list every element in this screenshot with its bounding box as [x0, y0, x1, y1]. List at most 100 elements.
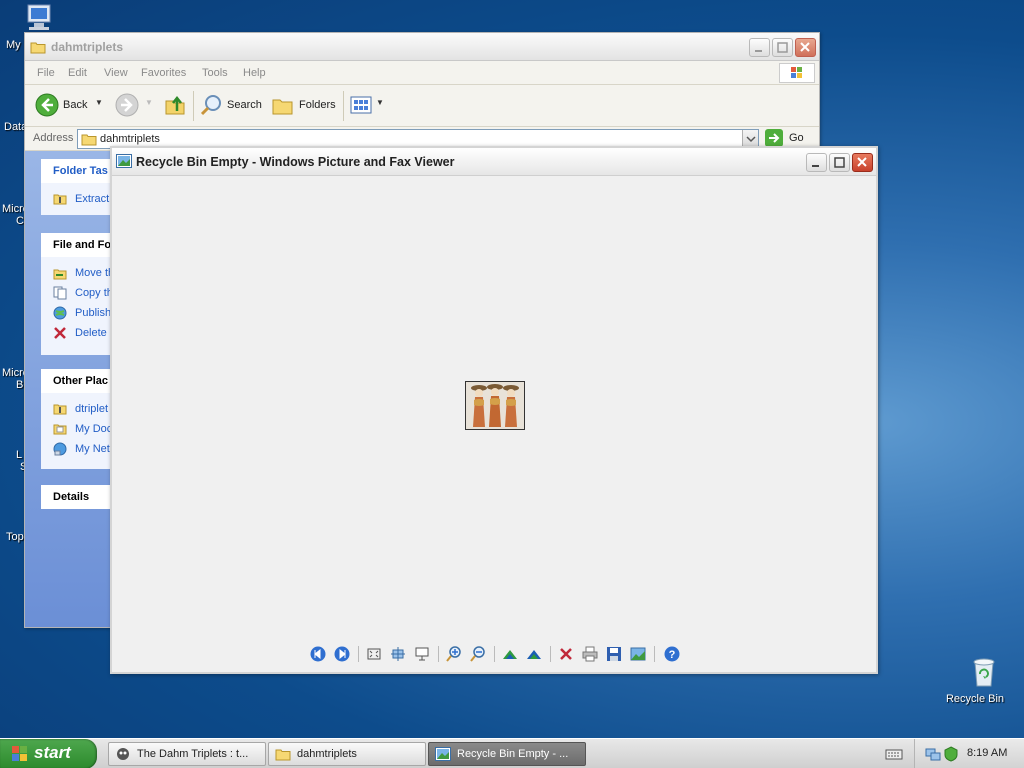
rotate-counterclockwise-icon[interactable] — [526, 646, 542, 662]
desktop-label-c[interactable]: C — [16, 215, 24, 227]
place-my-documents-label: My Doc — [75, 423, 113, 435]
viewer-minimize-button[interactable] — [806, 153, 827, 172]
picture-viewer-window[interactable]: Recycle Bin Empty - Windows Picture and … — [110, 146, 878, 674]
slideshow-icon[interactable] — [414, 646, 430, 662]
search-button[interactable]: Search — [199, 93, 263, 119]
task-delete[interactable]: Delete — [41, 323, 113, 343]
delete-icon[interactable] — [558, 646, 574, 662]
menu-view[interactable]: View — [104, 67, 128, 79]
explorer-title: dahmtriplets — [51, 40, 124, 54]
viewer-maximize-button[interactable] — [829, 153, 850, 172]
explorer-titlebar[interactable]: dahmtriplets — [25, 33, 819, 61]
details-title[interactable]: Details — [41, 485, 113, 509]
back-arrow-icon — [35, 93, 59, 117]
forward-arrow-icon — [115, 93, 139, 117]
file-folder-tasks-title[interactable]: File and Fo — [41, 233, 113, 257]
actual-size-icon[interactable] — [390, 646, 406, 662]
task-move[interactable]: Move th — [41, 263, 113, 283]
globe-icon — [53, 306, 67, 320]
toolbar-separator — [494, 646, 495, 662]
other-places-title[interactable]: Other Plac — [41, 369, 113, 393]
clock[interactable]: 8:19 AM — [967, 747, 1007, 759]
explorer-maximize-button[interactable] — [772, 38, 793, 57]
explorer-minimize-button[interactable] — [749, 38, 770, 57]
next-image-icon[interactable] — [334, 646, 350, 662]
up-folder-icon — [165, 95, 185, 115]
task-copy-label: Copy th — [75, 287, 113, 299]
taskbar-item-dahm-triplets[interactable]: The Dahm Triplets : t... — [108, 742, 266, 766]
start-label: start — [34, 743, 71, 762]
explorer-close-button[interactable] — [795, 38, 816, 57]
taskbar-item-dahmtriplets-folder[interactable]: dahmtriplets — [268, 742, 426, 766]
forward-button[interactable]: ▼ — [115, 93, 153, 119]
back-dropdown-icon[interactable]: ▼ — [95, 98, 103, 107]
folder-tasks-panel: Folder Tas Extract — [41, 159, 113, 215]
folder-icon — [275, 749, 291, 761]
save-icon[interactable] — [606, 646, 622, 662]
explorer-toolbar: Back ▼ ▼ Search Folders ▼ — [25, 85, 819, 127]
menu-favorites[interactable]: Favorites — [141, 67, 186, 79]
zoom-in-icon[interactable] — [446, 646, 462, 662]
up-folder-button[interactable] — [163, 93, 189, 119]
edit-image-icon[interactable] — [630, 646, 646, 662]
security-tray-icon[interactable] — [943, 746, 959, 762]
task-publish-label: Publish — [75, 307, 112, 319]
search-label: Search — [227, 99, 262, 111]
best-fit-icon[interactable] — [366, 646, 382, 662]
menu-help[interactable]: Help — [243, 67, 266, 79]
back-label: Back — [63, 99, 88, 111]
toolbar-separator — [654, 646, 655, 662]
picture-viewer-icon — [116, 154, 132, 168]
recycle-bin-label: Recycle Bin — [945, 693, 1005, 705]
taskbar-item-picture-viewer[interactable]: Recycle Bin Empty - ... — [428, 742, 586, 766]
image-canvas: ? — [114, 178, 874, 670]
back-button[interactable]: Back ▼ — [35, 93, 105, 119]
folder-tasks-title[interactable]: Folder Tas — [41, 159, 113, 183]
menu-file[interactable]: File — [37, 67, 55, 79]
menu-tools[interactable]: Tools — [202, 67, 228, 79]
help-icon[interactable]: ? — [664, 646, 680, 662]
zoom-out-icon[interactable] — [470, 646, 486, 662]
my-computer-icon[interactable] — [22, 2, 56, 34]
place-dtriplets[interactable]: dtriplet — [41, 399, 113, 419]
task-move-label: Move th — [75, 267, 113, 279]
previous-image-icon[interactable] — [310, 646, 326, 662]
desktop-label-top[interactable]: Top — [6, 531, 24, 543]
taskbar: start The Dahm Triplets : t... dahmtripl… — [0, 738, 1024, 768]
minimize-icon — [755, 50, 762, 52]
desktop-label-my[interactable]: My — [6, 39, 21, 51]
folder-icon — [81, 134, 97, 146]
taskbar-item-label: dahmtriplets — [297, 748, 357, 760]
close-icon — [800, 42, 810, 52]
menu-edit[interactable]: Edit — [68, 67, 87, 79]
task-extract[interactable]: Extract — [41, 189, 113, 209]
views-icon — [350, 96, 372, 114]
desktop-label-b[interactable]: B — [16, 379, 23, 391]
viewer-titlebar[interactable]: Recycle Bin Empty - Windows Picture and … — [112, 148, 876, 176]
recycle-bin-desktop-item[interactable]: Recycle Bin — [940, 656, 1010, 708]
views-button[interactable]: ▼ — [349, 93, 385, 119]
task-publish[interactable]: Publish — [41, 303, 113, 323]
copy-icon — [53, 286, 67, 300]
print-icon[interactable] — [582, 646, 598, 662]
folders-label: Folders — [299, 99, 336, 111]
network-tray-icon[interactable] — [925, 746, 941, 762]
keyboard-language-button[interactable] — [884, 746, 904, 762]
place-my-network[interactable]: My Net — [41, 439, 113, 459]
task-delete-label: Delete — [75, 327, 107, 339]
system-tray: 8:19 AM — [914, 739, 1024, 768]
task-pane: Folder Tas Extract File and Fo Move th C… — [25, 151, 113, 627]
place-my-documents[interactable]: My Doc — [41, 419, 113, 439]
folders-button[interactable]: Folders — [271, 93, 337, 119]
start-button[interactable]: start — [0, 739, 97, 768]
toolbar-separator — [438, 646, 439, 662]
viewer-close-button[interactable] — [852, 153, 873, 172]
desktop-label-l[interactable]: L — [16, 449, 22, 461]
task-copy[interactable]: Copy th — [41, 283, 113, 303]
toolbar-separator — [358, 646, 359, 662]
rotate-clockwise-icon[interactable] — [502, 646, 518, 662]
my-documents-icon — [53, 424, 67, 435]
folders-icon — [272, 99, 293, 115]
svg-text:?: ? — [669, 649, 676, 661]
go-label: Go — [789, 132, 804, 144]
